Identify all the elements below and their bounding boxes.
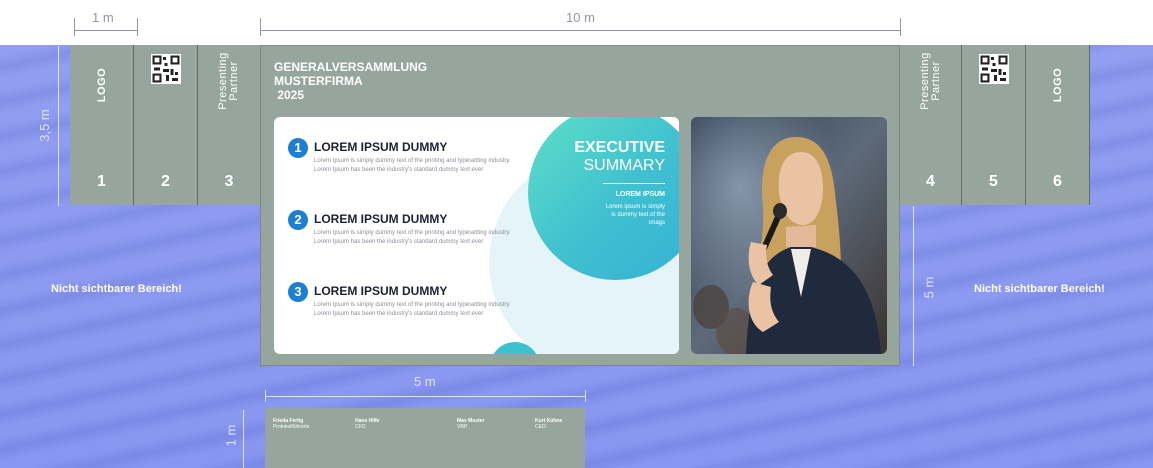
dim-tick — [900, 18, 901, 36]
dim-line-side-height — [58, 46, 59, 206]
item-heading: LOREM IPSUM DUMMY — [314, 140, 448, 154]
partner-line: Partner — [228, 61, 240, 101]
person-label: Kurt Kühne CEO — [535, 418, 562, 430]
event-title: GENERALVERSAMMLUNG MUSTERFIRMA 2025 — [274, 60, 427, 102]
summary-title: EXECUTIVE — [574, 139, 665, 156]
partner-label: Presenting Partner — [918, 52, 942, 110]
item-body: Lorem Ipsum is simply dummy text of the … — [314, 158, 511, 173]
left-cell-qr: 2 — [134, 45, 198, 205]
person-label: Max Muster VRP — [457, 418, 485, 430]
lower-screen: Frieda Fertig Protokollführerin Hans Hil… — [265, 408, 585, 468]
invisible-area-left-label: Nicht sichtbarer Bereich! — [51, 283, 182, 295]
person-role: CEO — [535, 424, 546, 430]
right-cell-logo: LOGO 6 — [1026, 45, 1090, 205]
event-title-line: 2025 — [274, 88, 305, 102]
dim-tick — [260, 18, 261, 36]
dim-tick — [137, 18, 138, 36]
event-title-line: GENERALVERSAMMLUNG — [274, 60, 428, 74]
dim-side-width: 1 m — [92, 10, 114, 25]
partner-line: Presenting — [918, 52, 931, 110]
speaker-photo — [691, 117, 887, 354]
logo-label: LOGO — [95, 67, 108, 103]
item-heading: LOREM IPSUM DUMMY — [314, 212, 448, 226]
item-number-badge: 1 — [288, 138, 308, 158]
summary-slide: 1 LOREM IPSUM DUMMY Lorem Ipsum is simpl… — [274, 117, 679, 354]
cell-number: 2 — [161, 173, 170, 190]
left-side-panel: LOGO 1 2 Presenting Partner 3 — [70, 45, 260, 205]
dim-side-height: 3,5 m — [36, 109, 52, 142]
dim-screen-width: 10 m — [566, 10, 595, 25]
summary-heading: LOREM IPSUM — [615, 191, 665, 198]
person-label: Hans Hilfe CFO — [355, 418, 379, 430]
dim-lower-height: 1 m — [223, 424, 239, 447]
cell-number: 5 — [989, 173, 998, 190]
dim-lower-width: 5 m — [414, 374, 436, 389]
invisible-area-right-label: Nicht sichtbarer Bereich! — [974, 283, 1105, 295]
right-side-panel: Presenting Partner 4 5 LOGO 6 — [900, 45, 1090, 205]
event-title-line: MUSTERFIRMA — [274, 74, 363, 88]
qr-code-icon — [150, 54, 181, 84]
left-cell-logo: LOGO 1 — [70, 45, 134, 205]
item-body: Lorem Ipsum is simply dummy text of the … — [314, 302, 511, 317]
logo-label: LOGO — [1051, 67, 1064, 103]
dim-screen-height: 5 m — [921, 276, 937, 299]
cell-number: 1 — [97, 173, 106, 190]
summary-text: Lorem ipsum is simply is dummy text of t… — [605, 204, 665, 226]
main-screen: GENERALVERSAMMLUNG MUSTERFIRMA 2025 1 LO… — [260, 45, 900, 366]
person-label: Frieda Fertig Protokollführerin — [273, 418, 309, 430]
person-role: VRP — [457, 424, 468, 430]
dim-line-screen-width — [260, 30, 900, 31]
person-role: Protokollführerin — [273, 424, 310, 430]
cell-number: 4 — [926, 173, 935, 190]
cell-number: 3 — [224, 173, 234, 190]
dim-line-side-width — [74, 30, 137, 31]
dim-tick — [74, 18, 75, 36]
partner-line: Partner — [929, 61, 942, 101]
dim-tick — [585, 390, 586, 402]
partner-label: Presenting Partner — [217, 52, 240, 110]
dim-line-lower-height — [243, 410, 244, 468]
person-role: CFO — [355, 424, 366, 430]
item-number-badge: 3 — [288, 282, 308, 302]
dim-line-screen-height — [913, 206, 914, 366]
qr-code-icon — [978, 54, 1009, 84]
right-cell-partner: Presenting Partner 4 — [900, 45, 962, 205]
summary-divider — [603, 183, 665, 184]
summary-subtitle: SUMMARY — [583, 157, 666, 174]
item-body: Lorem Ipsum is simply dummy text of the … — [314, 230, 511, 245]
item-heading: LOREM IPSUM DUMMY — [314, 284, 448, 298]
item-number-badge: 2 — [288, 210, 308, 230]
dim-line-lower-width — [265, 396, 585, 397]
right-cell-qr: 5 — [962, 45, 1026, 205]
left-cell-partner: Presenting Partner 3 — [198, 45, 260, 205]
cell-number: 6 — [1053, 173, 1062, 190]
